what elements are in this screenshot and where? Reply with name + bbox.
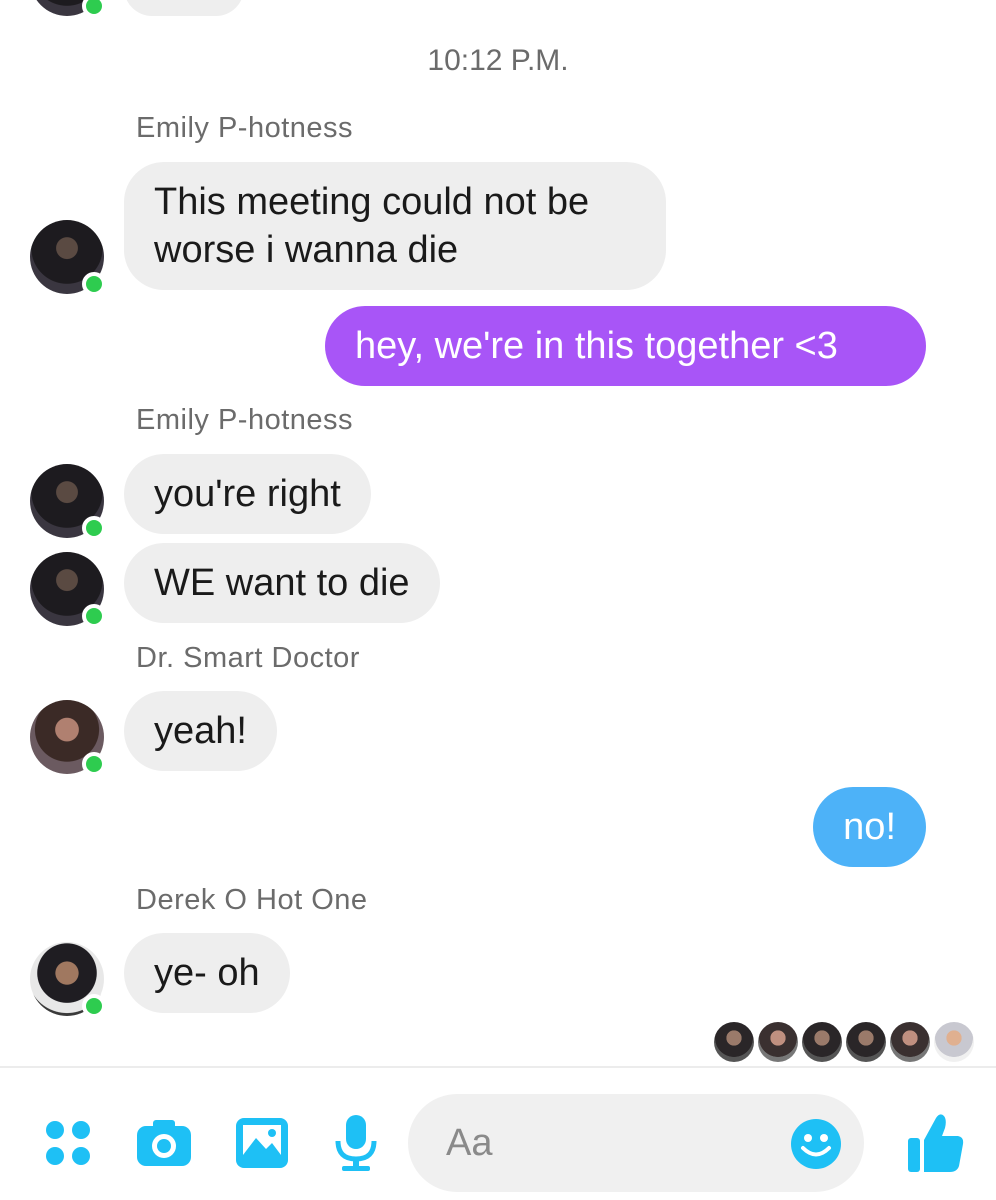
composer-divider (0, 1066, 996, 1068)
emoji-icon[interactable] (790, 1118, 842, 1170)
camera-icon[interactable] (134, 1108, 194, 1178)
message-bubble-incoming[interactable]: WE want to die (124, 543, 440, 623)
online-indicator (82, 516, 106, 540)
avatar-dr-smart-doctor[interactable] (30, 700, 106, 776)
more-apps-icon[interactable] (38, 1108, 98, 1178)
message-bubble-incoming[interactable]: ye- oh (124, 933, 290, 1013)
sender-name: Emily P-hotness (136, 112, 354, 144)
read-receipt-avatar (846, 1022, 886, 1062)
read-receipt-avatar (714, 1022, 754, 1062)
thumbs-up-icon[interactable] (904, 1108, 968, 1178)
avatar-emily[interactable] (30, 464, 106, 540)
read-receipt-avatar (802, 1022, 842, 1062)
read-receipt-avatar (934, 1022, 974, 1062)
online-indicator (82, 604, 106, 628)
gallery-icon[interactable] (232, 1108, 292, 1178)
online-indicator (82, 994, 106, 1018)
avatar-emily[interactable] (30, 220, 106, 296)
message-bubble-incoming[interactable]: yeah! (124, 691, 277, 771)
read-receipt-avatar (890, 1022, 930, 1062)
message-bubble-incoming[interactable]: you're right (124, 454, 371, 534)
avatar-top-partial (30, 0, 106, 18)
read-receipt-avatar (758, 1022, 798, 1062)
message-input[interactable] (446, 1094, 786, 1192)
avatar-derek[interactable] (30, 942, 106, 1018)
online-indicator (82, 0, 106, 18)
message-bubble-incoming[interactable]: This meeting could not be worse i wanna … (124, 162, 666, 290)
avatar-emily[interactable] (30, 552, 106, 628)
microphone-icon[interactable] (326, 1108, 386, 1178)
online-indicator (82, 752, 106, 776)
online-indicator (82, 272, 106, 296)
message-bubble-outgoing[interactable]: hey, we're in this together <3 (325, 306, 926, 386)
message-composer[interactable] (408, 1094, 864, 1192)
message-bubble-partial (124, 0, 244, 16)
sender-name: Derek O Hot One (136, 884, 368, 916)
message-timestamp: 10:12 P.M. (427, 44, 569, 77)
sender-name: Dr. Smart Doctor (136, 642, 360, 674)
read-receipts (714, 1022, 974, 1062)
message-bubble-outgoing[interactable]: no! (813, 787, 926, 867)
sender-name: Emily P-hotness (136, 404, 354, 436)
